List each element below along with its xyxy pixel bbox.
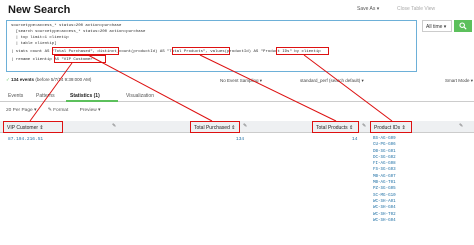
search-button[interactable] bbox=[454, 20, 472, 32]
smart-mode-dropdown[interactable]: Smart Mode ▾ bbox=[445, 78, 473, 84]
tab-visualization[interactable]: Visualization bbox=[126, 93, 154, 99]
per-page-dropdown[interactable]: 20 Per Page ▾ bbox=[6, 108, 36, 113]
product-id[interactable]: DB-SG-G01 bbox=[373, 149, 396, 155]
save-as-button[interactable]: Save As ▾ bbox=[357, 6, 379, 12]
product-id[interactable]: WC-SH-T02 bbox=[373, 212, 396, 218]
cell-product-ids[interactable]: BS-AG-G09 CU-PG-G06 DB-SG-G01 DC-SG-G02 … bbox=[373, 136, 396, 224]
format-button[interactable]: ✎ Format bbox=[48, 108, 69, 113]
event-time-range: (before 5/7/14 9:39:000 AM) bbox=[35, 77, 92, 82]
product-id[interactable]: CU-PG-G06 bbox=[373, 142, 396, 148]
annotation-total-purchased bbox=[52, 47, 119, 55]
product-id[interactable]: WC-SH-G04 bbox=[373, 218, 396, 224]
pencil-icon[interactable]: ✎ bbox=[243, 123, 247, 129]
search-line-2: [search sourcetype=access_* status=200 a… bbox=[11, 30, 146, 34]
close-table-view-button[interactable]: Close Table View bbox=[397, 6, 435, 12]
search-icon bbox=[459, 22, 467, 30]
cell-total-products[interactable]: 14 bbox=[352, 137, 357, 142]
active-tab-indicator bbox=[66, 100, 118, 102]
search-line-4: | table clientip] bbox=[11, 42, 57, 46]
cell-total-purchased[interactable]: 134 bbox=[236, 137, 244, 142]
column-header-vip-customer[interactable]: VIP Customer ⇕ bbox=[3, 121, 63, 133]
pencil-icon[interactable]: ✎ bbox=[459, 123, 463, 129]
column-header-total-products[interactable]: Total Products ⇕ bbox=[312, 121, 359, 133]
annotation-vip-customer bbox=[54, 55, 106, 63]
page-title: New Search bbox=[8, 4, 71, 16]
search-line-1: sourcetype=access_* status=200 action=pu… bbox=[11, 24, 122, 28]
tab-events[interactable]: Events bbox=[8, 93, 23, 99]
pencil-icon[interactable]: ✎ bbox=[112, 123, 116, 129]
annotation-total-products bbox=[172, 47, 230, 55]
product-id[interactable]: WC-SH-G04 bbox=[373, 205, 396, 211]
check-icon: ✓ bbox=[6, 77, 10, 82]
product-id[interactable]: FS-SG-G03 bbox=[373, 167, 396, 173]
table-toolbar: 20 Per Page ▾ ✎ Format Preview ▾ bbox=[6, 108, 100, 116]
search-line-3: | top limit=1 clientip bbox=[11, 36, 69, 40]
preview-dropdown[interactable]: Preview ▾ bbox=[80, 108, 101, 113]
search-mode-perf[interactable]: standard_perf (search default) ▾ bbox=[300, 78, 364, 84]
event-count: ✓ 134 events (before 5/7/14 9:39:000 AM) bbox=[6, 77, 91, 85]
event-sampling-dropdown[interactable]: No Event Sampling ▾ bbox=[220, 78, 262, 84]
product-id[interactable]: PZ-SG-G05 bbox=[373, 186, 396, 192]
tab-patterns[interactable]: Patterns bbox=[36, 93, 55, 99]
column-header-product-ids[interactable]: Product IDs ⇕ bbox=[370, 121, 412, 133]
event-count-value: 134 events bbox=[11, 77, 35, 82]
annotation-product-ids bbox=[276, 47, 329, 55]
time-range-picker[interactable]: All time ▾ bbox=[422, 20, 452, 32]
search-input[interactable]: sourcetype=access_* status=200 action=pu… bbox=[6, 20, 417, 72]
cell-vip-customer[interactable]: 87.194.216.51 bbox=[8, 137, 43, 142]
pencil-icon[interactable]: ✎ bbox=[362, 123, 366, 129]
column-header-total-purchased[interactable]: Total Purchased ⇕ bbox=[190, 121, 240, 133]
tab-statistics[interactable]: Statistics (1) bbox=[70, 93, 100, 99]
